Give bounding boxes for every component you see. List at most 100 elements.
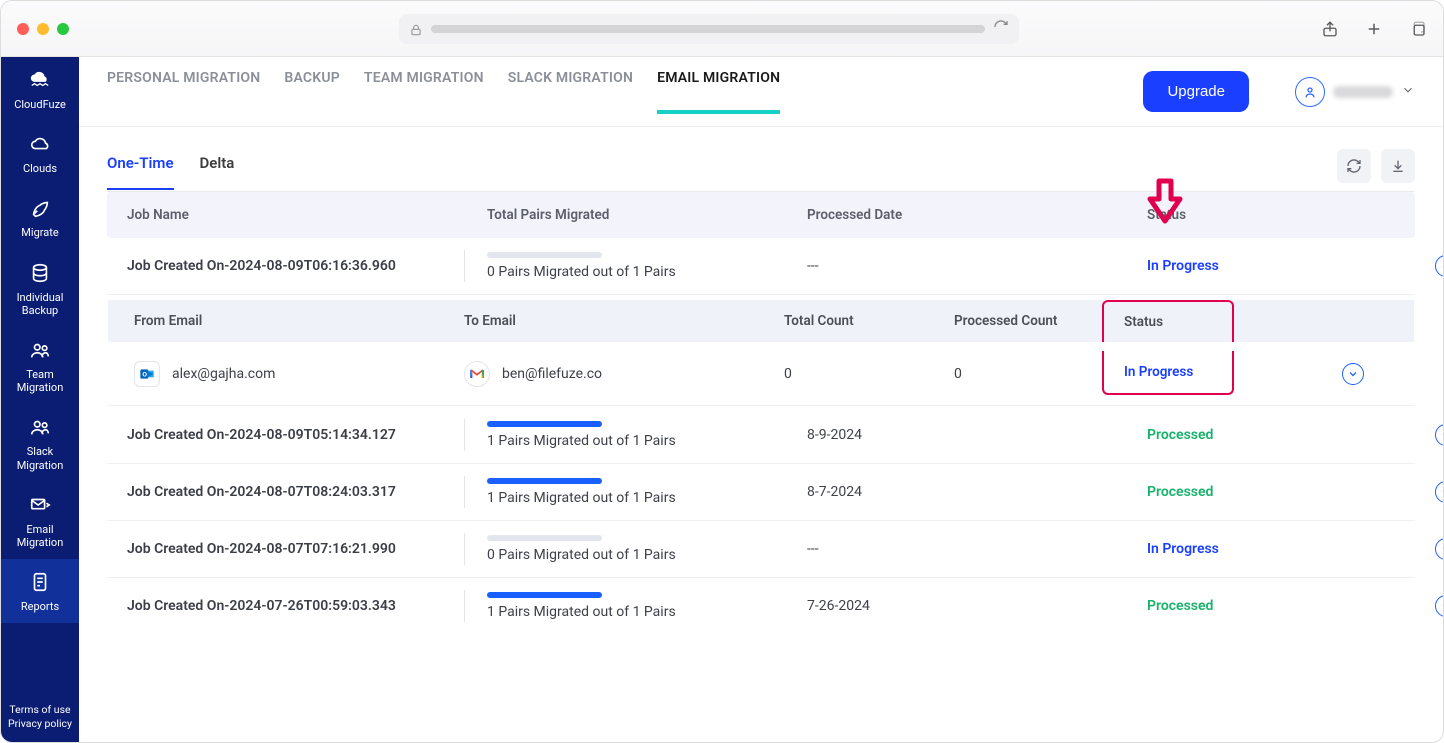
chevron-down-icon [1440,600,1443,612]
subtab-delta[interactable]: Delta [200,150,235,190]
col-from-email: From Email [134,313,464,329]
col-job-name: Job Name [127,207,487,223]
detail-status-highlighted: In Progress [1102,351,1234,395]
col-processed-count: Processed Count [954,313,1114,329]
table-row: Job Created On-2024-07-26T00:59:03.343 1… [107,578,1415,634]
jobs-table: Job Name Total Pairs Migrated Processed … [79,192,1443,634]
sidebar-item-migrate[interactable]: Migrate [1,185,79,249]
share-icon[interactable] [1321,20,1339,38]
table-row: Job Created On-2024-08-07T08:24:03.317 1… [107,464,1415,521]
download-icon [1390,158,1406,174]
sidebar: CloudFuze Clouds Migrate Individual Back… [1,57,79,742]
chevron-down-icon [1440,429,1443,441]
chevron-down-icon [1440,486,1443,498]
svg-text:O: O [142,370,147,378]
minimize-window-button[interactable] [37,23,49,35]
browser-chrome [1,1,1443,57]
status-badge: Processed [1147,484,1357,500]
main-panel: PERSONAL MIGRATION BACKUP TEAM MIGRATION… [79,57,1443,742]
chevron-down-icon [1401,82,1415,101]
table-row: Job Created On-2024-08-07T07:16:21.990 0… [107,521,1415,578]
user-name [1333,86,1393,98]
topbar: PERSONAL MIGRATION BACKUP TEAM MIGRATION… [79,57,1443,127]
traffic-lights [17,23,69,35]
sidebar-item-clouds[interactable]: Clouds [1,121,79,185]
expand-row-button[interactable] [1435,424,1443,446]
maximize-window-button[interactable] [57,23,69,35]
upgrade-button[interactable]: Upgrade [1143,71,1249,112]
brand-logo[interactable]: CloudFuze [1,57,79,121]
chevron-up-icon [1440,260,1443,272]
col-detail-status-highlighted: Status [1102,300,1234,342]
pairs-cell: 0 Pairs Migrated out of 1 Pairs [487,252,807,280]
subtab-onetime[interactable]: One-Time [107,150,174,190]
expand-row-button[interactable] [1435,481,1443,503]
tabs-icon[interactable] [1409,20,1427,38]
close-window-button[interactable] [17,23,29,35]
to-email-cell: ben@filefuze.co [464,361,784,387]
table-row: Job Created On-2024-08-09T05:14:34.127 1… [107,407,1415,464]
detail-header: From Email To Email Total Count Processe… [108,300,1414,342]
sidebar-footer: Terms of use Privacy policy [6,703,74,742]
terms-link[interactable]: Terms of use [8,703,72,718]
tab-backup[interactable]: BACKUP [284,70,340,114]
sidebar-item-team-migration[interactable]: Team Migration [1,327,79,404]
col-total-count: Total Count [784,313,954,329]
top-nav-tabs: PERSONAL MIGRATION BACKUP TEAM MIGRATION… [107,70,780,114]
job-name: Job Created On-2024-07-26T00:59:03.343 [127,598,487,614]
status-badge: Processed [1147,427,1357,443]
job-name: Job Created On-2024-08-07T08:24:03.317 [127,484,487,500]
app-window: CloudFuze Clouds Migrate Individual Back… [0,0,1444,743]
sidebar-item-email-migration[interactable]: Email Migration [1,482,79,559]
progress-bar [487,252,602,258]
status-badge: In Progress [1147,258,1357,274]
outlook-icon: O [134,361,160,387]
chevron-down-icon [1347,368,1359,380]
subtabs: One-Time Delta [107,149,1415,192]
gmail-icon [464,361,490,387]
detail-total: 0 [784,366,954,382]
tab-team-migration[interactable]: TEAM MIGRATION [364,70,484,114]
detail-row: O alex@gajha.com ben@filefuze.co 0 0 [108,342,1414,406]
tab-slack-migration[interactable]: SLACK MIGRATION [508,70,633,114]
expand-row-button[interactable] [1435,595,1443,617]
job-name: Job Created On-2024-08-09T06:16:36.960 [127,258,487,274]
sidebar-item-individual-backup[interactable]: Individual Backup [1,250,79,327]
col-date: Processed Date [807,207,1147,223]
status-badge: In Progress [1147,541,1357,557]
expand-detail-button[interactable] [1342,363,1364,385]
refresh-icon [1346,158,1362,174]
job-name: Job Created On-2024-08-07T07:16:21.990 [127,541,487,557]
sidebar-item-reports[interactable]: Reports [1,559,79,623]
url-placeholder [431,25,985,33]
privacy-link[interactable]: Privacy policy [8,717,72,732]
job-detail-table: From Email To Email Total Count Processe… [107,299,1415,407]
processed-date: --- [807,258,1147,274]
browser-actions [1321,20,1427,38]
collapse-row-button[interactable] [1435,255,1443,277]
expand-row-button[interactable] [1435,538,1443,560]
tab-personal-migration[interactable]: PERSONAL MIGRATION [107,70,260,114]
chevron-down-icon [1440,543,1443,555]
address-bar[interactable] [399,14,1019,44]
user-menu[interactable] [1295,77,1415,107]
reports-section: One-Time Delta [79,127,1443,192]
job-name: Job Created On-2024-08-09T05:14:34.127 [127,427,487,443]
annotation-arrow-icon [1145,177,1185,229]
table-header: Job Name Total Pairs Migrated Processed … [107,192,1415,238]
reload-icon[interactable] [993,19,1009,39]
brand-label: CloudFuze [1,98,79,111]
tab-email-migration[interactable]: EMAIL MIGRATION [657,70,780,114]
new-tab-icon[interactable] [1365,20,1383,38]
download-button[interactable] [1381,149,1415,183]
col-to-email: To Email [464,313,784,329]
refresh-button[interactable] [1337,149,1371,183]
from-email-cell: O alex@gajha.com [134,361,464,387]
sidebar-item-slack-migration[interactable]: Slack Migration [1,404,79,481]
lock-icon [409,22,423,36]
avatar-icon [1295,77,1325,107]
table-row: Job Created On-2024-08-09T06:16:36.960 0… [107,238,1415,295]
detail-processed: 0 [954,366,1114,382]
pairs-text: 0 Pairs Migrated out of 1 Pairs [487,264,807,280]
status-badge: Processed [1147,598,1357,614]
